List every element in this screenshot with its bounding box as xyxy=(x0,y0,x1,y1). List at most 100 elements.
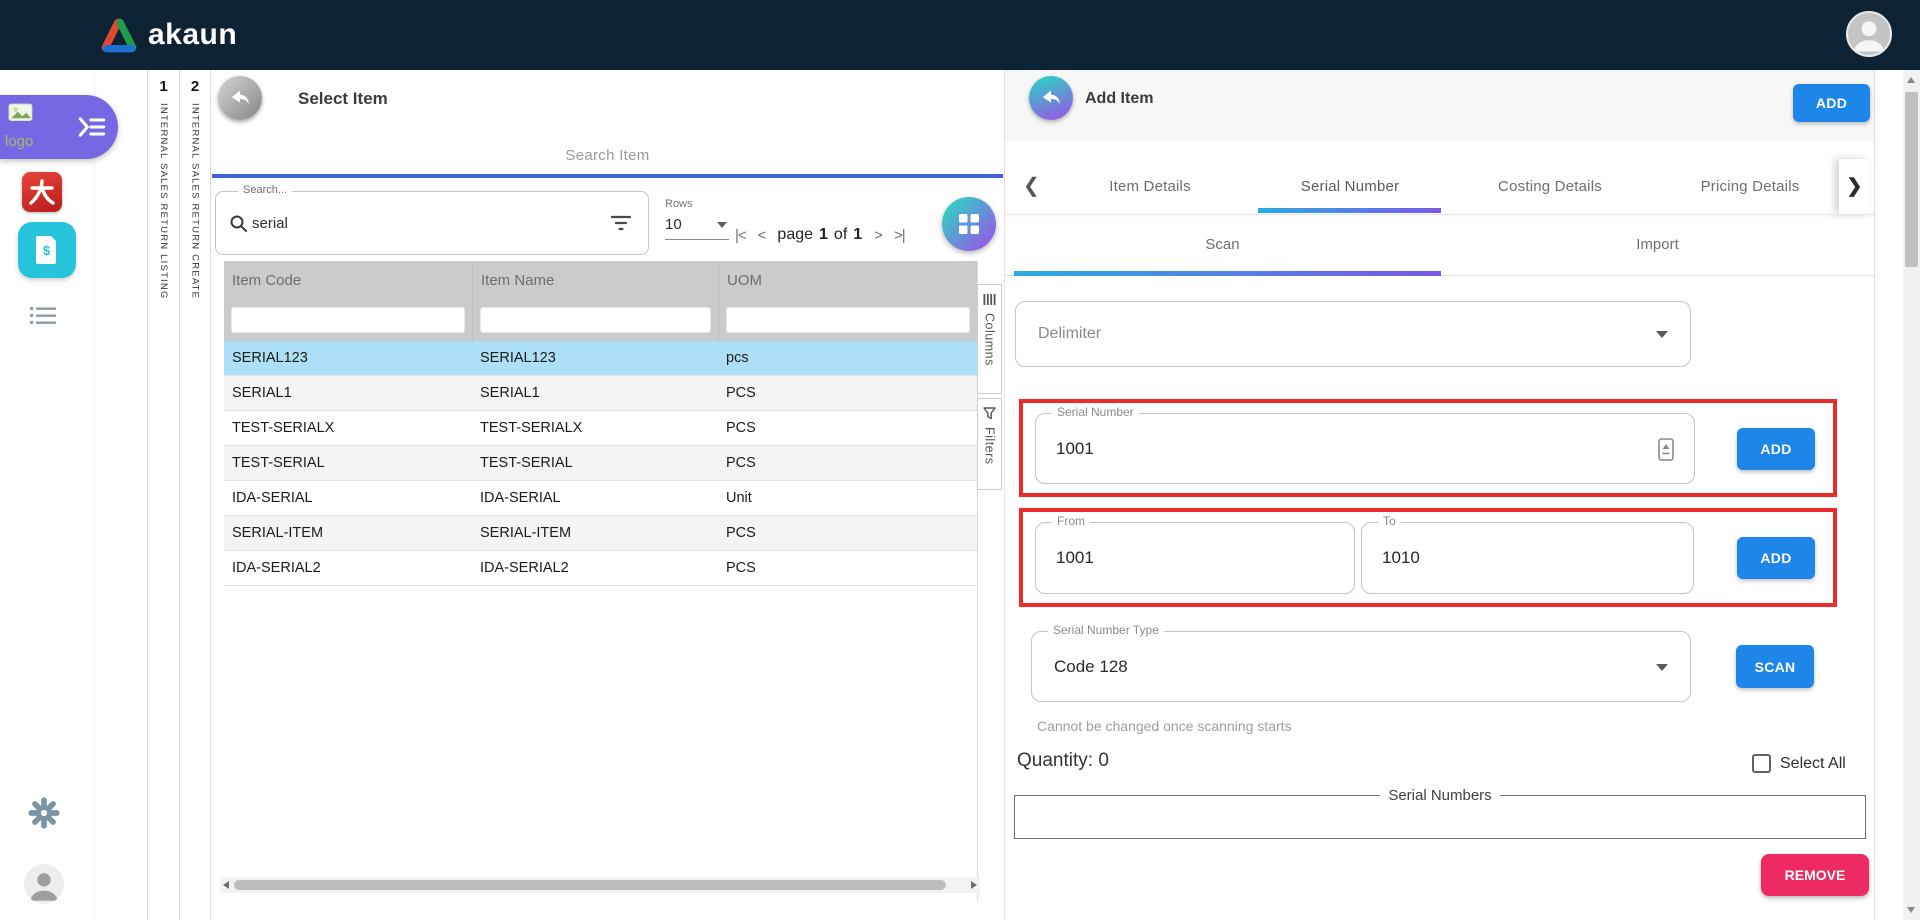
tabs-scroll-right-button[interactable]: ❯ xyxy=(1839,159,1870,214)
brand-logo[interactable]: akaun xyxy=(100,17,237,53)
vertical-scrollbar[interactable] xyxy=(1903,70,1920,920)
add-serial-button[interactable]: ADD xyxy=(1737,428,1815,470)
horizontal-scrollbar-thumb[interactable] xyxy=(234,880,946,890)
first-page-button[interactable]: |< xyxy=(735,227,746,244)
listing-menu-icon[interactable] xyxy=(30,306,57,331)
tab-import[interactable]: Import xyxy=(1440,215,1875,275)
serial-number-type-value: Code 128 xyxy=(1054,657,1128,677)
pagination: |< < page 1 of 1 > >| xyxy=(735,226,905,244)
vertical-scrollbar-thumb[interactable] xyxy=(1905,92,1918,267)
tenant-logo-pill[interactable]: logo xyxy=(0,95,118,159)
tabs-scroll-left-icon[interactable]: ❮ xyxy=(1023,173,1040,198)
table-row[interactable]: SERIAL123SERIAL123pcs xyxy=(224,341,977,376)
add-item-submit-button[interactable]: ADD xyxy=(1793,84,1870,122)
tab-item-details[interactable]: Item Details xyxy=(1050,159,1250,214)
tab-costing-details[interactable]: Costing Details xyxy=(1450,159,1650,214)
to-input[interactable] xyxy=(1382,548,1614,568)
tab-scan[interactable]: Scan xyxy=(1005,215,1440,275)
filter-input-item-name[interactable] xyxy=(480,307,711,333)
serial-number-input[interactable] xyxy=(1056,439,1517,459)
table-cell: IDA-SERIAL2 xyxy=(472,560,718,576)
person-icon xyxy=(24,864,64,904)
horizontal-scrollbar[interactable] xyxy=(220,877,980,893)
brand-triangle-icon xyxy=(100,17,138,53)
select-all-control[interactable]: Select All xyxy=(1752,754,1846,773)
select-all-checkbox[interactable] xyxy=(1752,754,1771,773)
table-row[interactable]: SERIAL-ITEMSERIAL-ITEMPCS xyxy=(224,516,977,551)
delimiter-select[interactable]: Delimiter xyxy=(1015,301,1691,367)
serial-number-type-select[interactable]: Serial Number Type Code 128 xyxy=(1031,631,1691,702)
table-cell: pcs xyxy=(718,350,977,366)
filter-input-item-code[interactable] xyxy=(231,307,465,333)
from-input[interactable] xyxy=(1056,548,1279,568)
last-page-button[interactable]: >| xyxy=(894,227,905,244)
active-tab-underline xyxy=(1258,208,1441,213)
table-cell: IDA-SERIAL2 xyxy=(224,560,472,576)
remove-button[interactable]: REMOVE xyxy=(1761,854,1869,896)
user-avatar[interactable] xyxy=(1846,11,1892,57)
prev-page-button[interactable]: < xyxy=(758,227,766,244)
table-cell: PCS xyxy=(718,385,977,401)
dropdown-arrow-icon xyxy=(1656,331,1668,338)
dropdown-arrow-icon xyxy=(717,222,727,228)
funnel-icon xyxy=(983,407,996,420)
scroll-up-icon[interactable] xyxy=(1907,77,1915,83)
scan-button[interactable]: SCAN xyxy=(1736,645,1814,688)
table-row[interactable]: IDA-SERIAL2IDA-SERIAL2PCS xyxy=(224,551,977,586)
workspace-tab-create[interactable]: 2 INTERNAL SALES RETURN CREATE xyxy=(179,70,211,920)
add-range-button[interactable]: ADD xyxy=(1737,537,1815,579)
table-cell: SERIAL1 xyxy=(224,385,472,401)
table-cell: Unit xyxy=(718,490,977,506)
table-row[interactable]: TEST-SERIALTEST-SERIALPCS xyxy=(224,446,977,481)
table-cell: TEST-SERIALX xyxy=(472,420,718,436)
table-cell: IDA-SERIAL xyxy=(472,490,718,506)
table-row[interactable]: TEST-SERIALXTEST-SERIALXPCS xyxy=(224,411,977,446)
select-all-label: Select All xyxy=(1780,755,1846,773)
app-icon-da[interactable] xyxy=(22,172,62,212)
scroll-right-icon[interactable] xyxy=(971,881,977,889)
workspace-tab-label: INTERNAL SALES RETURN CREATE xyxy=(190,103,201,299)
rows-value: 10 xyxy=(665,216,682,233)
column-header-uom[interactable]: UOM xyxy=(718,261,977,299)
columns-tab-label: Columns xyxy=(983,313,997,366)
scroll-down-icon[interactable] xyxy=(1907,907,1915,913)
active-subtab-underline xyxy=(1014,271,1441,276)
scroll-left-icon[interactable] xyxy=(223,881,229,889)
detail-tabs: ❮ Item Details Serial Number Costing Det… xyxy=(1005,159,1874,214)
table-cell: TEST-SERIAL xyxy=(472,455,718,471)
column-header-item-code[interactable]: Item Code xyxy=(224,272,472,289)
search-field-label: Search... xyxy=(238,184,292,196)
tab-search-item[interactable]: Search Item xyxy=(211,147,1004,164)
next-page-button[interactable]: > xyxy=(874,227,882,244)
columns-side-tab[interactable]: Columns xyxy=(977,284,1002,394)
back-button[interactable] xyxy=(1029,76,1073,120)
back-arrow-icon xyxy=(1040,87,1062,109)
search-input[interactable] xyxy=(252,208,552,238)
filters-side-tab[interactable]: Filters xyxy=(977,398,1002,490)
serial-numbers-list[interactable]: Serial Numbers xyxy=(1014,787,1866,839)
table-cell: SERIAL1 xyxy=(472,385,718,401)
workspace-tab-listing[interactable]: 1 INTERNAL SALES RETURN LISTING xyxy=(147,70,179,920)
filter-input-uom[interactable] xyxy=(726,307,970,333)
grid-view-button[interactable] xyxy=(942,197,996,251)
settings-gear-icon[interactable] xyxy=(27,796,61,835)
column-header-item-name[interactable]: Item Name xyxy=(472,261,718,299)
collapse-menu-icon[interactable] xyxy=(78,114,106,140)
table-row[interactable]: SERIAL1SERIAL1PCS xyxy=(224,376,977,411)
filter-list-icon[interactable] xyxy=(610,214,632,232)
workspace-tabs: 1 INTERNAL SALES RETURN LISTING 2 INTERN… xyxy=(147,70,211,920)
tab-pricing-details[interactable]: Pricing Details xyxy=(1650,159,1850,214)
select-item-panel: Select Item Search Item Search... Rows 1… xyxy=(211,70,1004,920)
profile-icon[interactable] xyxy=(24,864,64,904)
to-label: To xyxy=(1378,514,1401,528)
table-cell: SERIAL-ITEM xyxy=(224,525,472,541)
autofill-icon[interactable] xyxy=(1658,438,1674,461)
table-row[interactable]: IDA-SERIALIDA-SERIALUnit xyxy=(224,481,977,516)
da-character-icon xyxy=(28,178,56,206)
app-icon-invoice[interactable]: $ xyxy=(18,222,76,278)
logo-alt-text: logo xyxy=(5,133,33,150)
back-button[interactable] xyxy=(218,76,262,120)
tab-serial-number[interactable]: Serial Number xyxy=(1250,159,1450,214)
rows-per-page-select[interactable]: Rows 10 xyxy=(665,198,729,250)
panel-title: Select Item xyxy=(298,89,388,109)
